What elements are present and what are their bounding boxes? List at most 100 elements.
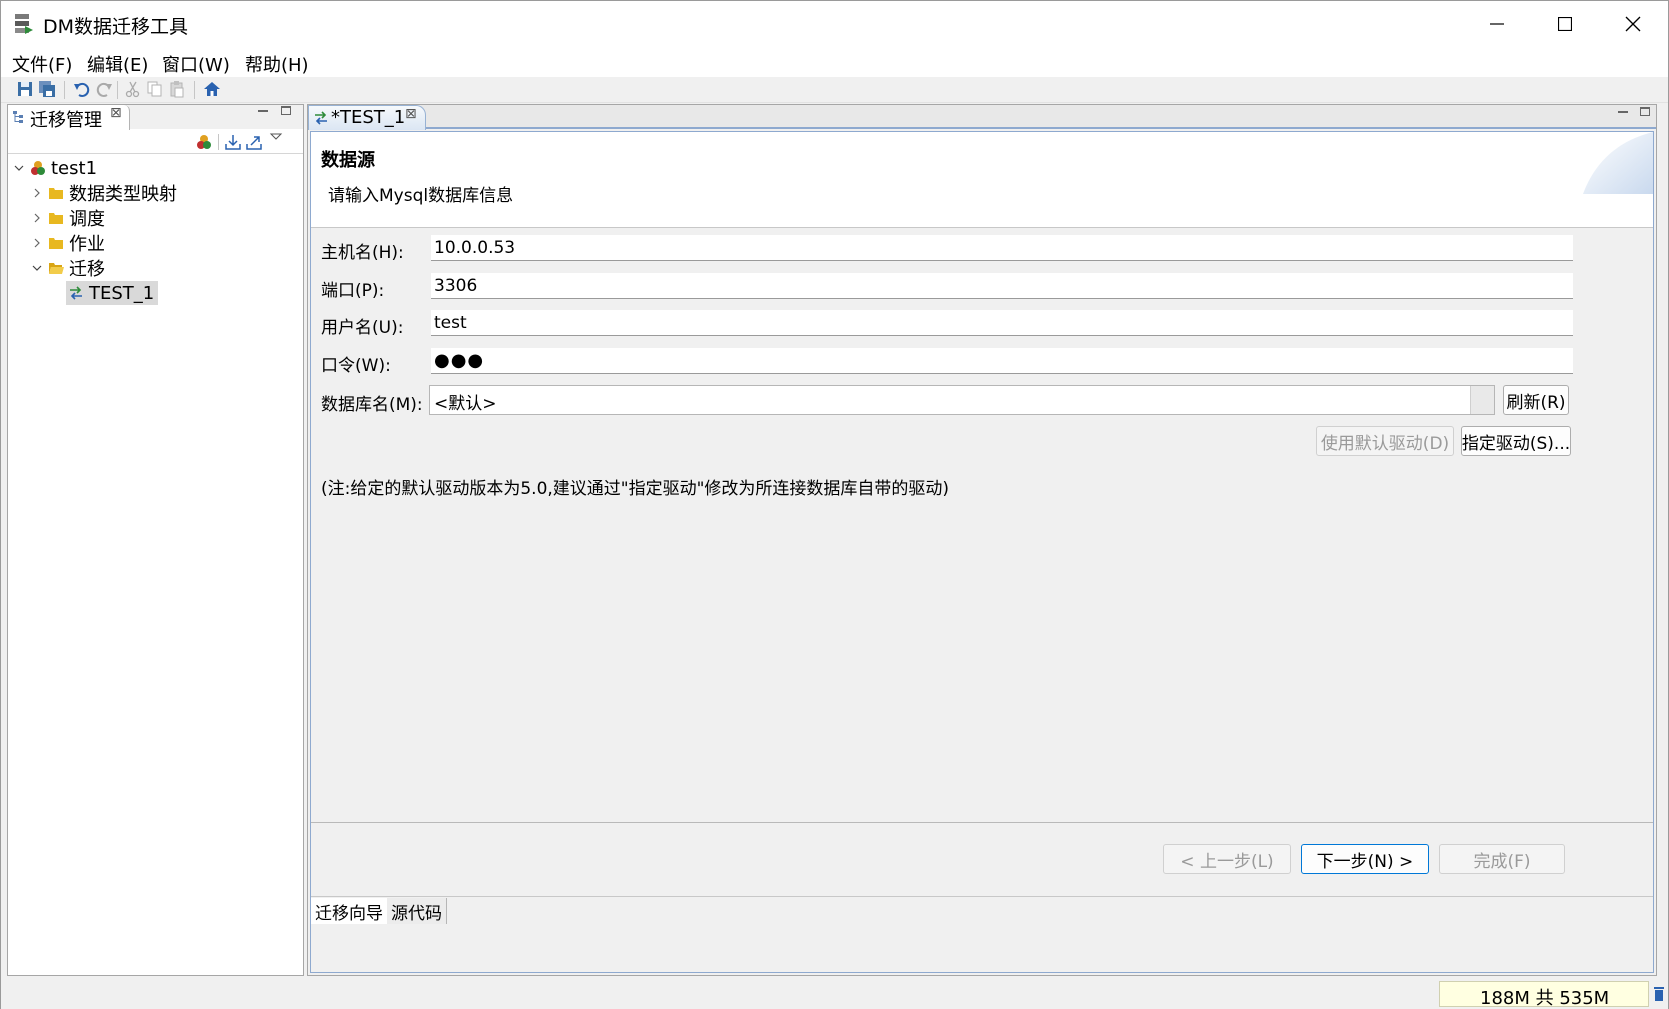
chevron-down-icon[interactable] <box>30 261 44 275</box>
import-icon[interactable] <box>225 134 241 150</box>
tree-label: 迁移 <box>69 259 105 280</box>
panel-minimize-button[interactable] <box>258 110 268 112</box>
editor-panel: *TEST_1 ⊠ 数据源 请输入Mysql数据库信息 主机名(H): 10.0… <box>307 104 1657 976</box>
password-input[interactable]: ●●● <box>431 348 1573 374</box>
wizard-banner-graphic <box>1583 132 1653 194</box>
tree-label: TEST_1 <box>89 282 155 304</box>
folder-icon <box>49 238 63 249</box>
trash-icon[interactable] <box>1653 984 1665 1002</box>
copy-icon[interactable] <box>146 80 164 98</box>
divider <box>311 822 1653 823</box>
tab-source-code[interactable]: 源代码 <box>387 898 447 924</box>
chevron-right-icon[interactable] <box>30 236 44 250</box>
close-tab-icon[interactable]: ⊠ <box>110 105 122 121</box>
host-label: 主机名(H): <box>321 243 404 263</box>
hierarchy-icon <box>13 111 23 123</box>
toolbar-separator <box>218 134 219 150</box>
panel-maximize-button[interactable] <box>281 106 291 115</box>
port-label: 端口(P): <box>321 281 385 301</box>
chevron-right-icon[interactable] <box>30 211 44 225</box>
chevron-right-icon[interactable] <box>30 186 44 200</box>
connection-icon[interactable] <box>196 134 212 150</box>
next-button[interactable]: 下一步(N) > <box>1301 844 1429 874</box>
heap-usage-text: 188M 共 535M <box>1480 988 1610 1009</box>
tab-test-1[interactable]: *TEST_1 ⊠ <box>308 105 426 130</box>
paste-icon[interactable] <box>168 80 186 98</box>
minimize-button[interactable] <box>1463 1 1531 47</box>
database-label: 数据库名(M): <box>321 395 423 415</box>
open-folder-icon <box>49 263 64 274</box>
migration-arrows-icon <box>70 286 82 300</box>
password-label: 口令(W): <box>321 356 391 376</box>
tab-migration-wizard[interactable]: 迁移向导 <box>311 898 388 924</box>
password-mask: ●●● <box>434 350 485 371</box>
export-icon[interactable] <box>246 134 262 150</box>
username-value: test <box>434 313 467 333</box>
status-bar: 188M 共 535M <box>1 979 1668 1009</box>
editor-maximize-button[interactable] <box>1640 107 1650 116</box>
editor-minimize-button[interactable] <box>1618 111 1628 113</box>
menu-bar: 文件(F) 编辑(E) 窗口(W) 帮助(H) <box>1 47 1668 77</box>
username-input[interactable]: test <box>431 310 1573 336</box>
editor-tab-bar: *TEST_1 ⊠ <box>308 105 1656 130</box>
wizard-title: 数据源 <box>321 150 375 171</box>
chevron-down-icon[interactable] <box>12 161 26 175</box>
prev-button[interactable]: < 上一步(L) <box>1163 844 1291 874</box>
tree-node-test-1[interactable]: TEST_1 <box>66 281 159 305</box>
tab-migration-manager[interactable]: 迁移管理 ⊠ <box>8 105 130 131</box>
folder-icon <box>49 188 63 199</box>
wizard-header: 数据源 请输入Mysql数据库信息 <box>311 132 1653 228</box>
migration-arrows-icon <box>315 111 327 125</box>
specify-driver-button[interactable]: 指定驱动(S)... <box>1461 426 1571 456</box>
menu-help[interactable]: 帮助(H) <box>245 51 309 77</box>
host-value: 10.0.0.53 <box>434 238 516 258</box>
tab-label: *TEST_1 <box>331 107 406 128</box>
save-all-icon[interactable] <box>38 80 56 98</box>
port-input[interactable]: 3306 <box>431 273 1573 299</box>
project-icon <box>31 161 45 175</box>
close-button[interactable] <box>1599 1 1667 47</box>
finish-button[interactable]: 完成(F) <box>1439 844 1565 874</box>
database-value: <默认> <box>434 394 497 414</box>
undo-icon[interactable] <box>73 80 91 98</box>
minimize-icon <box>1490 23 1504 25</box>
toolbar-separator <box>117 81 118 99</box>
tab-label: 迁移管理 <box>30 110 102 131</box>
database-combo[interactable]: <默认> <box>429 385 1495 415</box>
dropdown-button[interactable] <box>1470 386 1494 414</box>
save-icon[interactable] <box>16 80 34 98</box>
menu-edit[interactable]: 编辑(E) <box>87 51 148 77</box>
toolbar-separator <box>64 81 65 99</box>
app-window: DM数据迁移工具 文件(F) 编辑(E) 窗口(W) 帮助(H) 迁移管理 ⊠ … <box>0 0 1669 1009</box>
tree-label: 作业 <box>69 234 105 255</box>
migration-manager-panel: 迁移管理 ⊠ test1 数据类型映射 调度 作业 迁移 TEST_1 <box>7 104 304 976</box>
tree-node-type-mapping[interactable]: 数据类型映射 <box>30 181 177 205</box>
tree-node-schedule[interactable]: 调度 <box>30 206 105 230</box>
title-bar: DM数据迁移工具 <box>1 1 1668 47</box>
tree-label: 数据类型映射 <box>69 184 177 205</box>
menu-file[interactable]: 文件(F) <box>12 51 72 77</box>
menu-window[interactable]: 窗口(W) <box>162 51 230 77</box>
tree-node-jobs[interactable]: 作业 <box>30 231 105 255</box>
close-tab-icon[interactable]: ⊠ <box>405 106 417 122</box>
use-default-driver-button[interactable]: 使用默认驱动(D) <box>1316 426 1454 456</box>
wizard-page: 数据源 请输入Mysql数据库信息 主机名(H): 10.0.0.53 端口(P… <box>310 131 1654 973</box>
maximize-button[interactable] <box>1531 1 1599 47</box>
host-input[interactable]: 10.0.0.53 <box>431 235 1573 261</box>
panel-toolbar <box>8 130 303 154</box>
home-icon[interactable] <box>203 80 221 98</box>
window-title: DM数据迁移工具 <box>43 16 189 38</box>
folder-icon <box>49 213 63 224</box>
refresh-button[interactable]: 刷新(R) <box>1503 385 1569 415</box>
tree-node-migration[interactable]: 迁移 <box>30 256 105 280</box>
driver-note: (注:给定的默认驱动版本为5.0,建议通过"指定驱动"修改为所连接数据库自带的驱… <box>321 479 950 499</box>
username-label: 用户名(U): <box>321 318 404 338</box>
tree-node-test1[interactable]: test1 <box>12 156 97 180</box>
view-menu-icon[interactable] <box>268 130 284 146</box>
panel-tab-bar: 迁移管理 ⊠ <box>8 105 303 131</box>
toolbar <box>1 77 1668 103</box>
redo-icon[interactable] <box>95 80 113 98</box>
wizard-description: 请输入Mysql数据库信息 <box>328 186 514 206</box>
close-icon <box>1625 16 1641 32</box>
cut-icon[interactable] <box>124 80 142 98</box>
